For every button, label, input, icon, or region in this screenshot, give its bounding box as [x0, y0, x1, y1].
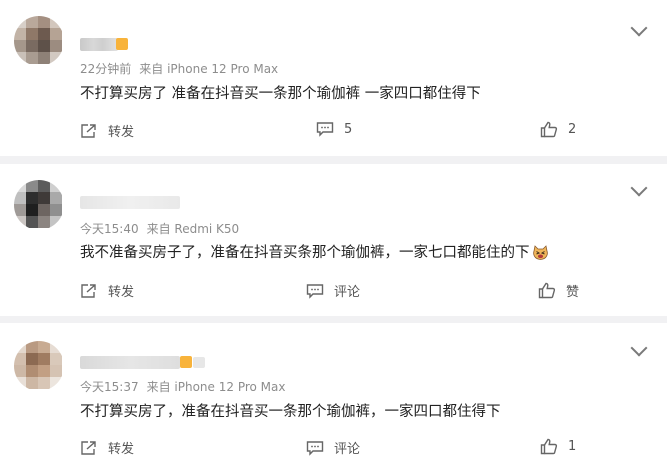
comment-text: 不打算买房了，准备在抖音买一条那个瑜伽裤，一家四口都住得下	[80, 404, 501, 420]
repost-label: 转发	[108, 125, 135, 140]
comment-button[interactable]: 评论	[306, 281, 360, 300]
comment-meta: 今天15:37 来自 iPhone 12 Pro Max	[80, 378, 285, 395]
thumbs-up-icon	[538, 282, 556, 299]
avatar[interactable]	[14, 16, 64, 66]
timestamp: 今天15:37	[80, 380, 139, 394]
timestamp: 今天15:40	[80, 222, 139, 236]
comment-card: 今天15:37 来自 iPhone 12 Pro Max 不打算买房了，准备在抖音…	[0, 323, 667, 467]
comment-button[interactable]: 5	[316, 121, 352, 137]
chevron-down-icon[interactable]	[630, 179, 648, 197]
thumbs-up-icon	[540, 121, 558, 138]
vip-badge	[116, 38, 128, 50]
avatar[interactable]	[14, 341, 64, 391]
vip-badge	[180, 356, 192, 368]
timestamp: 22分钟前	[80, 62, 132, 76]
share-icon	[81, 123, 96, 138]
comment-label: 评论	[334, 285, 361, 300]
like-button[interactable]: 赞	[538, 281, 579, 300]
comment-icon	[306, 440, 324, 456]
comment-meta: 今天15:40 来自 Redmi K50	[80, 220, 239, 237]
repost-button[interactable]: 转发	[80, 121, 134, 140]
repost-label: 转发	[108, 285, 135, 300]
comment-card: 22分钟前 来自 iPhone 12 Pro Max 不打算买房了 准备在抖音买一…	[0, 0, 667, 156]
comment-text: 不打算买房了 准备在抖音买一条那个瑜伽裤 一家四口都住得下	[80, 86, 481, 102]
badge-blur	[193, 357, 205, 368]
comment-text: 我不准备买房子了，准备在抖音买条那个瑜伽裤，一家七口都能住的下	[80, 245, 530, 261]
repost-button[interactable]: 转发	[80, 281, 134, 300]
like-button[interactable]: 2	[540, 121, 576, 138]
comment-text-line: 我不准备买房子了，准备在抖音买条那个瑜伽裤，一家七口都能住的下	[80, 241, 549, 262]
avatar[interactable]	[14, 180, 64, 230]
comment-label: 评论	[334, 442, 361, 457]
username[interactable]	[80, 196, 180, 209]
comment-icon	[316, 122, 334, 137]
chevron-down-icon[interactable]	[630, 339, 648, 357]
chevron-down-icon[interactable]	[630, 19, 648, 37]
comment-button[interactable]: 评论	[306, 438, 360, 457]
username[interactable]	[80, 356, 180, 369]
thumbs-up-icon	[540, 438, 558, 455]
comment-feed: 22分钟前 来自 iPhone 12 Pro Max 不打算买房了 准备在抖音买一…	[0, 0, 667, 467]
like-count: 1	[568, 439, 577, 454]
cat-emoji-icon	[532, 245, 548, 260]
like-count: 2	[568, 122, 577, 137]
comment-card: 今天15:40 来自 Redmi K50 我不准备买房子了，准备在抖音买条那个瑜伽…	[0, 164, 667, 316]
device-source: 来自 Redmi K50	[146, 222, 240, 236]
comment-icon	[306, 283, 324, 299]
like-button[interactable]: 1	[540, 438, 576, 455]
share-icon	[81, 440, 96, 455]
comment-count: 5	[344, 121, 353, 137]
repost-button[interactable]: 转发	[80, 438, 134, 457]
like-label: 赞	[566, 285, 580, 300]
repost-label: 转发	[108, 442, 135, 457]
share-icon	[81, 283, 96, 298]
username[interactable]	[80, 38, 118, 51]
comment-meta: 22分钟前 来自 iPhone 12 Pro Max	[80, 60, 278, 77]
device-source: 来自 iPhone 12 Pro Max	[146, 380, 286, 394]
device-source: 来自 iPhone 12 Pro Max	[139, 62, 279, 76]
